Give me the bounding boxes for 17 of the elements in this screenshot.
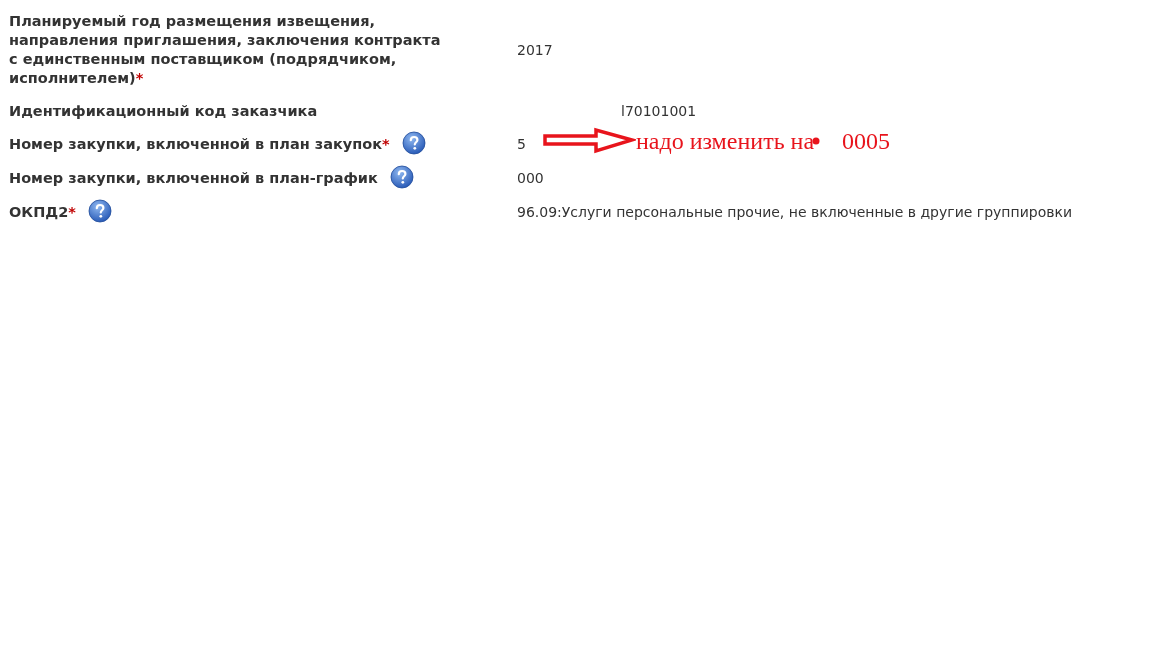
field-label: Номер закупки, включенной в план-график [9, 169, 378, 188]
arrow-icon [541, 127, 636, 155]
field-value: 96.09:Услуги персональные прочие, не включенные в другие группировки [517, 203, 1072, 222]
field-value: 5 [517, 135, 526, 154]
field-label: ОКПД2* [9, 203, 76, 222]
annotation-value: 0005 [842, 127, 891, 155]
field-value: 000 [517, 169, 544, 188]
field-value: 2017 [517, 40, 553, 60]
field-value: l70101001 [621, 102, 697, 121]
field-label: Идентификационный код заказчика [9, 102, 318, 121]
help-icon[interactable] [401, 131, 426, 155]
field-label: Номер закупки, включенной в план закупок* [9, 135, 390, 154]
help-icon[interactable] [87, 199, 112, 223]
annotation-text: надо изменить на [635, 127, 815, 155]
field-label: Планируемый год размещения извещения, направления приглашения, заключения контракта с единственным поставщиком (подрядчиком, исполнителем)* [9, 12, 442, 88]
dot-icon [812, 137, 821, 145]
help-icon[interactable] [389, 165, 414, 189]
